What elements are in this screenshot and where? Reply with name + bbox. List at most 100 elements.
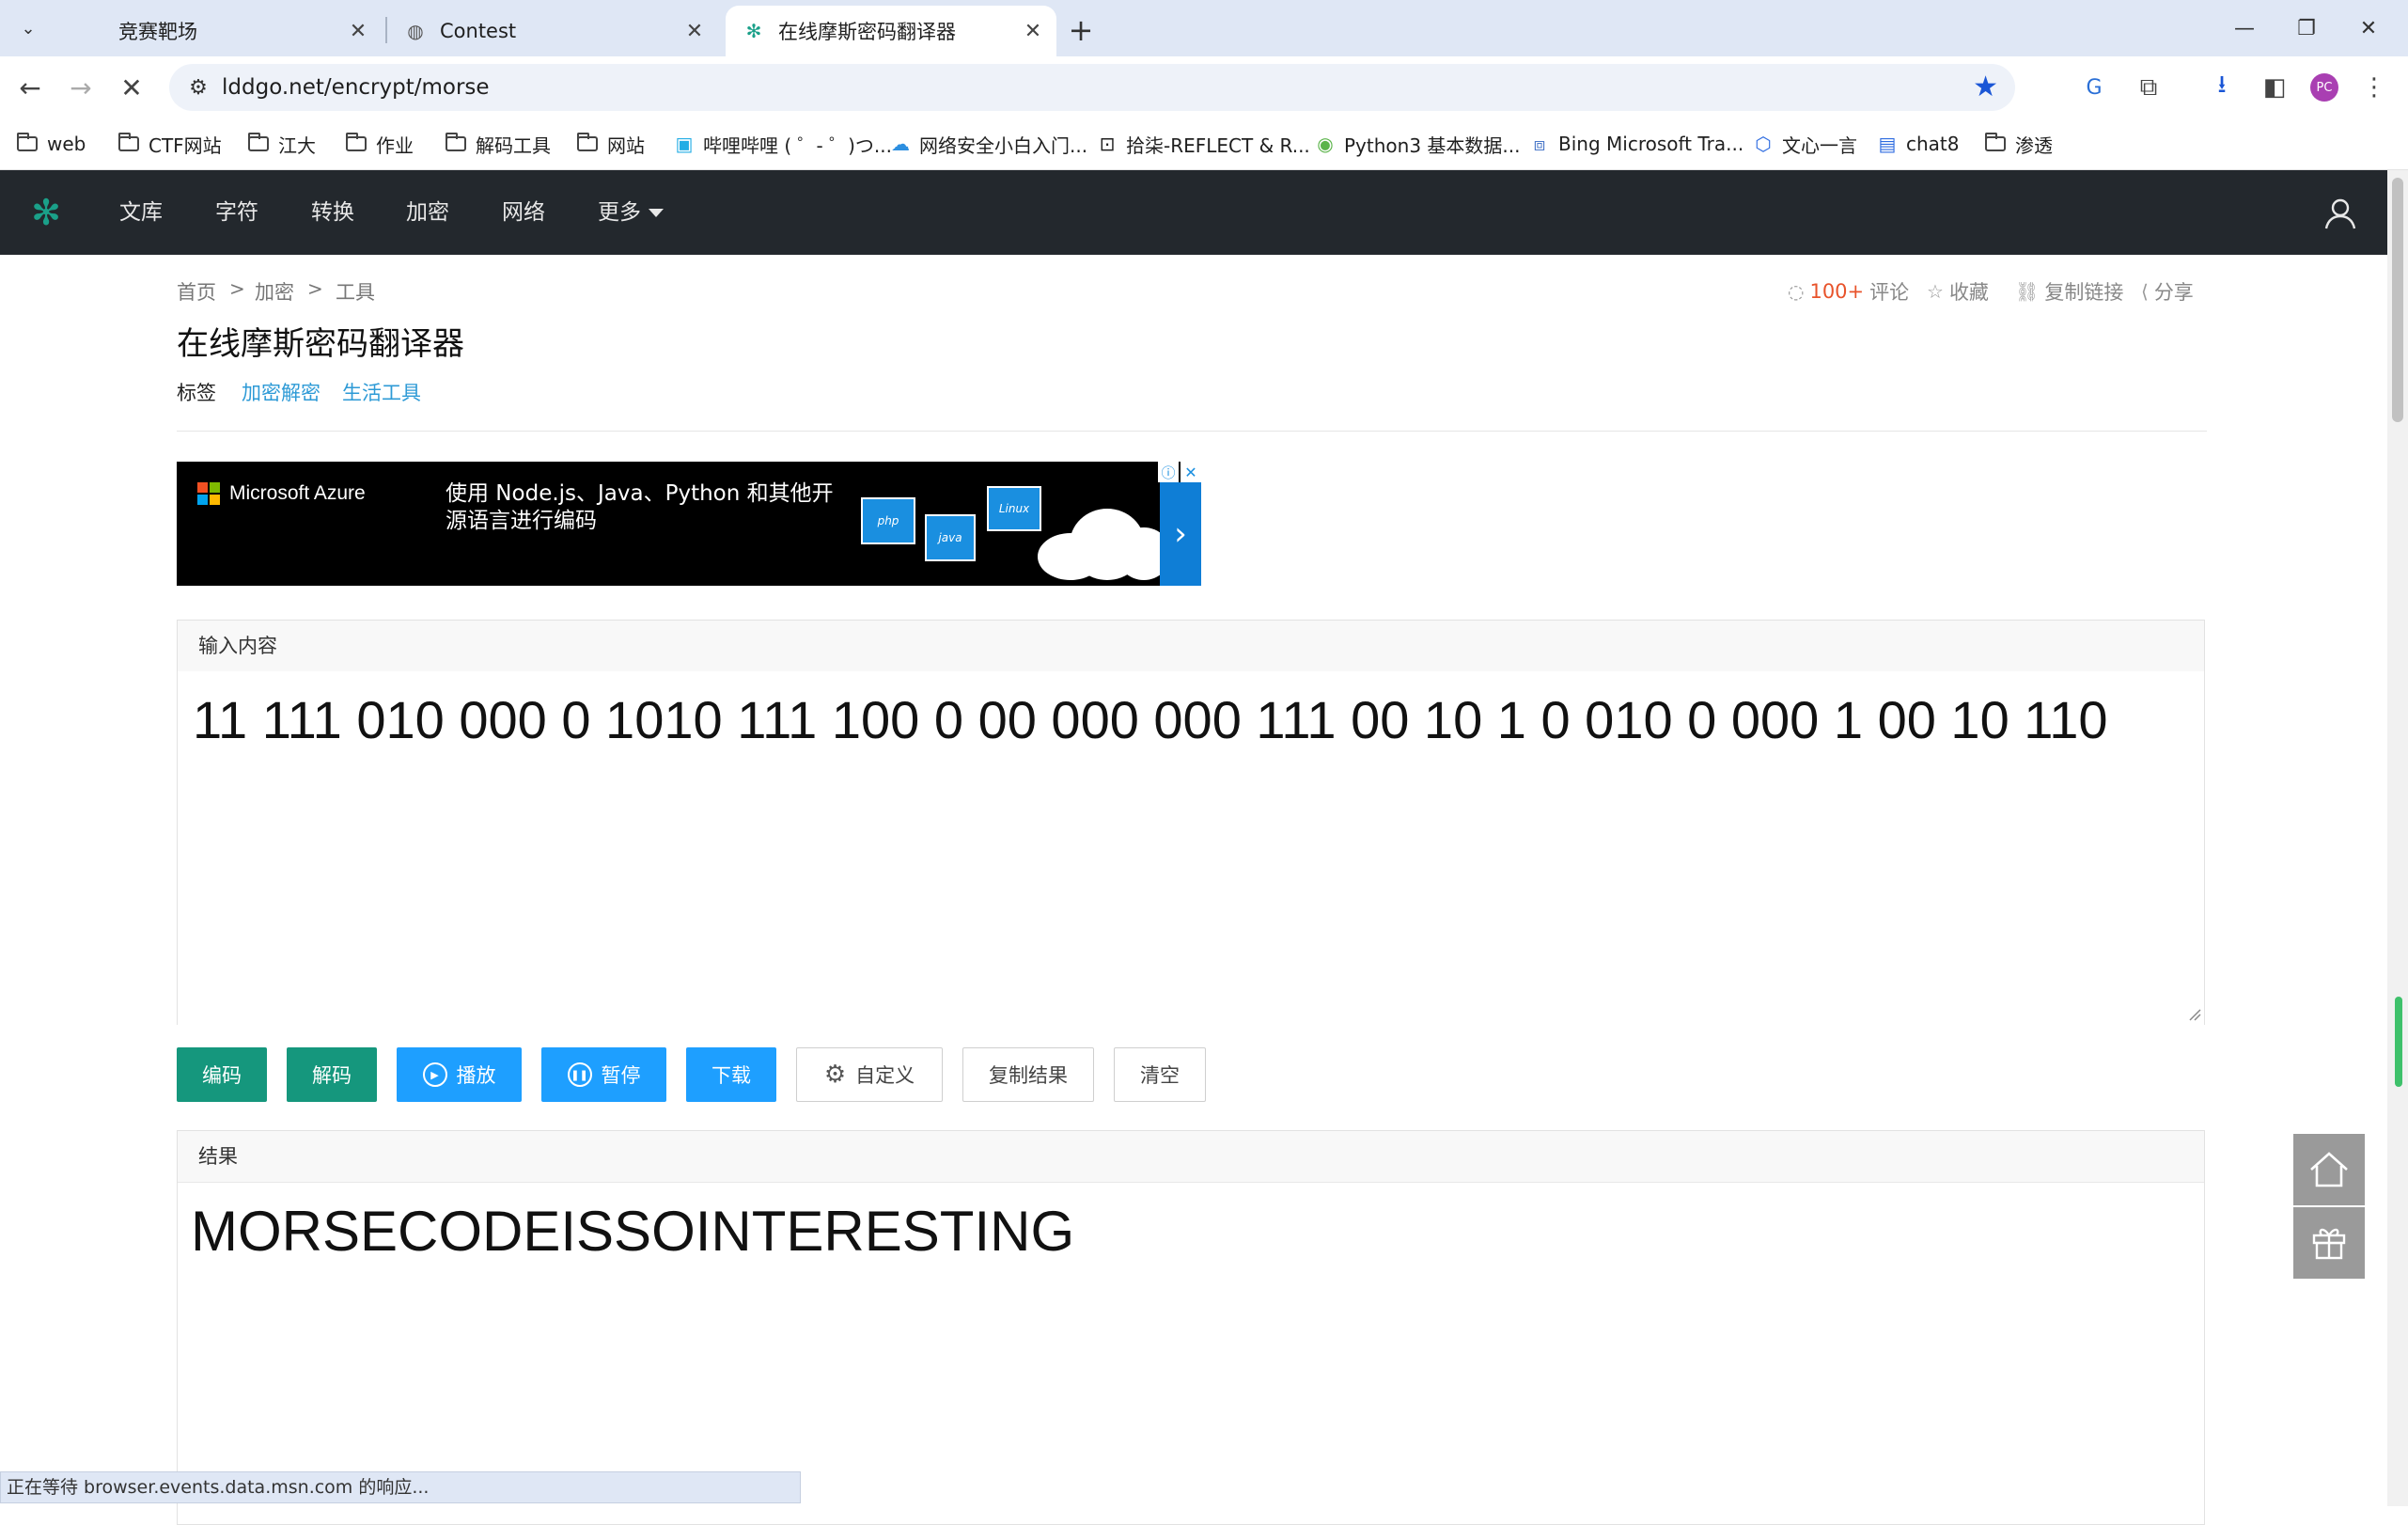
bookmark-reflect[interactable]: ⊡ 拾柒-REFLECT & R... [1096, 118, 1310, 169]
scrollbar-thumb[interactable] [2392, 178, 2403, 422]
morse-input-textarea[interactable]: 11 111 010 000 0 1010 111 100 0 00 000 0… [178, 671, 2204, 1032]
site-navbar: ✻ 文库 字符 转换 加密 网络 更多 [0, 170, 2387, 255]
breadcrumb-home[interactable]: 首页 [177, 277, 216, 306]
pause-icon: ❚❚ [567, 1062, 592, 1087]
play-button[interactable]: ▶ 播放 [397, 1047, 522, 1102]
nav-library[interactable]: 文库 [119, 170, 163, 255]
nav-network[interactable]: 网络 [502, 170, 545, 255]
bookmark-ctf[interactable]: CTF网站 [118, 118, 222, 169]
ad-chevron-right-icon[interactable]: › [1160, 482, 1201, 586]
ernie-icon: ⬡ [1755, 133, 1772, 155]
microsoft-logo-icon [197, 482, 220, 505]
browser-tab-1[interactable]: 竞赛靶场 ✕ [66, 6, 382, 56]
bookmark-bilibili[interactable]: ▣ 哔哩哔哩 ( ゜- ゜)つ... [673, 118, 892, 169]
breadcrumb-separator: > [307, 277, 323, 300]
download-button[interactable]: 下载 [686, 1047, 776, 1102]
tag-life-tools[interactable]: 生活工具 [342, 378, 421, 406]
result-output[interactable]: MORSECODEISSOINTERESTING [178, 1183, 2204, 1281]
nav-convert[interactable]: 转换 [311, 170, 354, 255]
folder-icon [248, 133, 269, 151]
copy-result-button[interactable]: 复制结果 [962, 1047, 1094, 1102]
comments-count: 100+ [1809, 280, 1865, 303]
download-icon[interactable]: ⭳ [2203, 69, 2241, 106]
site-logo-icon[interactable]: ✻ [28, 195, 64, 230]
nav-more[interactable]: 更多 [598, 170, 664, 255]
forward-arrow-icon[interactable]: → [62, 69, 100, 106]
url-text[interactable]: lddgo.net/encrypt/morse [222, 64, 490, 111]
globe-icon: ◍ [407, 20, 424, 42]
new-tab-plus-icon[interactable]: + [1064, 12, 1098, 48]
bookmark-pentest[interactable]: 渗透 [1985, 118, 2053, 169]
ad-info-icon[interactable]: ⓘ [1158, 462, 1179, 482]
bookmark-web[interactable]: web [17, 118, 86, 169]
tab-close-icon[interactable]: ✕ [344, 17, 372, 45]
browser-status-bar: 正在等待 browser.events.data.msn.com 的响应... [0, 1471, 801, 1503]
ad-close-icon[interactable]: ✕ [1181, 462, 1201, 482]
more-menu-icon[interactable]: ⋮ [2355, 69, 2393, 106]
bookmark-wenxin[interactable]: ⬡ 文心一言 [1752, 118, 1857, 169]
folder-icon [346, 133, 367, 151]
favorite-button[interactable]: ☆ 收藏 [1927, 277, 1989, 306]
custom-label: 自定义 [855, 1064, 915, 1087]
gear-icon: ⚙ [823, 1061, 847, 1089]
page-scrollbar[interactable] [2387, 170, 2408, 1506]
breadcrumb-tools[interactable]: 工具 [336, 277, 375, 306]
cloud-icon: ☁ [891, 133, 910, 155]
bookmark-label: Python3 基本数据... [1344, 134, 1521, 157]
bookmark-label: 网站 [607, 134, 645, 157]
address-bar[interactable]: ⚙ lddgo.net/encrypt/morse ★ [169, 64, 2015, 111]
home-float-button[interactable] [2293, 1134, 2365, 1205]
nav-encrypt[interactable]: 加密 [406, 170, 449, 255]
tags-label: 标签 [177, 382, 216, 404]
runoob-icon: ◉ [1317, 133, 1334, 155]
custom-button[interactable]: ⚙ 自定义 [796, 1047, 943, 1102]
ad-java-badge: java [925, 514, 976, 561]
bookmark-websites[interactable]: 网站 [577, 118, 645, 169]
share-icon: ⟨ [2141, 280, 2149, 303]
user-icon[interactable] [2322, 195, 2359, 232]
tab-close-icon[interactable]: ✕ [1019, 17, 1047, 45]
decode-button[interactable]: 解码 [287, 1047, 377, 1102]
comments-link[interactable]: ◌ 100+ 评论 [1788, 277, 1909, 306]
translate-icon[interactable]: G [2075, 69, 2113, 106]
clear-button[interactable]: 清空 [1114, 1047, 1206, 1102]
bookmark-python3[interactable]: ◉ Python3 基本数据... [1314, 118, 1520, 169]
bookmark-star-icon[interactable]: ★ [1973, 71, 1998, 103]
bookmark-homework[interactable]: 作业 [346, 118, 414, 169]
extensions-puzzle-icon[interactable]: ⧉ [2130, 69, 2167, 106]
folder-icon [1985, 133, 2006, 151]
bookmark-netsec[interactable]: ☁ 网络安全小白入门... [889, 118, 1087, 169]
bookmark-jiangda[interactable]: 江大 [248, 118, 316, 169]
encode-button[interactable]: 编码 [177, 1047, 267, 1102]
bookmark-chat8[interactable]: ▤ chat8 [1876, 118, 1960, 169]
pause-button[interactable]: ❚❚ 暂停 [541, 1047, 666, 1102]
tag-encrypt-decrypt[interactable]: 加密解密 [242, 378, 321, 406]
comment-icon: ◌ [1788, 280, 1805, 303]
bookmark-bing-translator[interactable]: ⧈ Bing Microsoft Tra... [1528, 118, 1744, 169]
browser-tab-strip: ⌄ 竞赛靶场 ✕ ◍ Contest ✕ ✻ 在线摩斯密码翻译器 ✕ + — ❐… [0, 0, 2408, 56]
browser-tab-2[interactable]: ◍ Contest ✕ [387, 6, 718, 56]
back-arrow-icon[interactable]: ← [11, 69, 49, 106]
gift-float-button[interactable] [2293, 1207, 2365, 1279]
nav-characters[interactable]: 字符 [215, 170, 258, 255]
minimize-icon[interactable]: — [2214, 8, 2275, 49]
side-panel-icon[interactable]: ◧ [2256, 69, 2293, 106]
blog-icon: ⊡ [1099, 133, 1116, 155]
stop-loading-icon[interactable]: ✕ [113, 69, 150, 106]
bookmark-decode-tools[interactable]: 解码工具 [446, 118, 551, 169]
window-close-icon[interactable]: ✕ [2338, 8, 2399, 49]
profile-avatar[interactable]: PC [2310, 73, 2338, 102]
tab-title: 竞赛靶场 [118, 21, 197, 43]
restore-icon[interactable]: ❐ [2276, 8, 2337, 49]
browser-tab-3-active[interactable]: ✻ 在线摩斯密码翻译器 ✕ [726, 6, 1056, 56]
resize-grip-icon[interactable] [2188, 1008, 2201, 1021]
ad-banner[interactable]: Microsoft Azure 使用 Node.js、Java、Python 和… [177, 462, 1201, 586]
site-info-tune-icon[interactable]: ⚙ [184, 73, 212, 102]
link-icon: ⛓ [2015, 280, 2040, 303]
bookmarks-bar: web CTF网站 江大 作业 解码工具 网站 ▣ 哔哩哔哩 ( ゜- ゜)つ..… [0, 118, 2408, 170]
breadcrumb-encrypt[interactable]: 加密 [255, 277, 294, 306]
copy-link-button[interactable]: ⛓ 复制链接 [2015, 277, 2123, 306]
share-button[interactable]: ⟨ 分享 [2141, 277, 2194, 306]
tab-close-icon[interactable]: ✕ [680, 17, 709, 45]
tab-search-button[interactable]: ⌄ [9, 9, 47, 47]
